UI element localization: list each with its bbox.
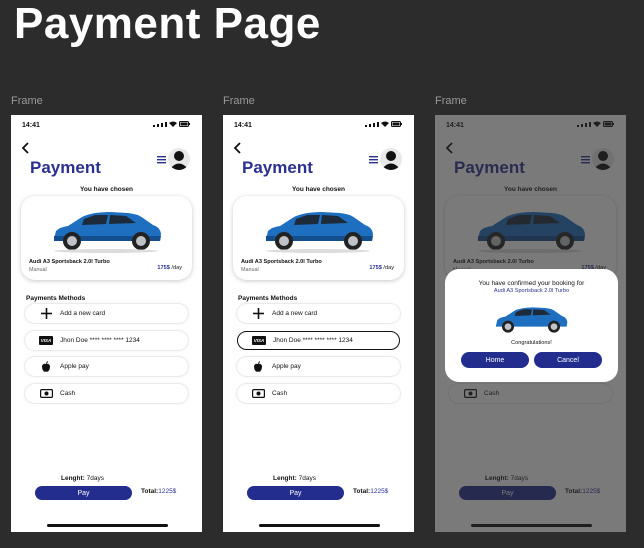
car-price-value: 175$	[369, 265, 382, 271]
cash-label: Cash	[60, 390, 76, 397]
cash-label: Cash	[272, 390, 288, 397]
plus-icon	[39, 308, 53, 320]
car-price-unit: /day	[383, 265, 394, 271]
length-label: Lenght:	[273, 475, 297, 482]
payment-methods-title: Payments Methods	[26, 295, 86, 302]
car-transmission: Manual	[29, 267, 47, 273]
menu-icon[interactable]	[369, 155, 378, 164]
screen-title: Payment	[30, 158, 101, 177]
pay-button[interactable]: Pay	[35, 486, 132, 500]
avatar[interactable]	[168, 148, 190, 170]
home-button[interactable]: Home	[461, 352, 529, 368]
apple-icon	[251, 361, 265, 373]
apple-pay-label: Apple pay	[60, 363, 89, 370]
dialog-car-name: Audi A3 Sportsback 2.0l Turbo	[493, 288, 570, 294]
plus-icon	[251, 308, 265, 320]
visa-card-label: Jhon Doe **** **** **** 1234	[60, 337, 140, 344]
payment-methods-title: Payments Methods	[238, 295, 298, 302]
visa-icon: VISA	[39, 335, 53, 347]
car-transmission: Manual	[241, 267, 259, 273]
length-value: 7days	[298, 475, 316, 482]
add-card-option[interactable]: Add a new card	[237, 304, 400, 323]
car-price: 175$ /day	[157, 265, 182, 271]
length-value: 7days	[86, 475, 104, 482]
home-indicator	[259, 524, 380, 527]
home-indicator	[47, 524, 168, 527]
total-label: Total:	[141, 488, 159, 495]
car-card[interactable]: Audi A3 Sportsback 2.0l Turbo Manual 175…	[21, 196, 192, 280]
cash-icon	[39, 388, 53, 400]
total-label: Total:	[353, 488, 371, 495]
visa-text: VISA	[39, 336, 53, 345]
car-name: Audi A3 Sportsback 2.0l Turbo	[29, 259, 110, 265]
frame-payment-confirmed: 14:41 Payment You have chosen Audi A3 Sp…	[435, 115, 626, 532]
length-label: Lenght:	[61, 475, 85, 482]
back-arrow-icon[interactable]	[233, 141, 243, 155]
frame-payment-default: 14:41 Payment You have chosen Audi A3 Sp…	[11, 115, 202, 532]
apple-pay-option[interactable]: Apple pay	[25, 357, 188, 376]
frame-label-3: Frame	[435, 95, 467, 107]
cancel-button[interactable]: Cancel	[534, 352, 602, 368]
pay-button[interactable]: Pay	[247, 486, 344, 500]
cash-option[interactable]: Cash	[25, 384, 188, 403]
visa-text: VISA	[252, 336, 266, 345]
confirmation-dialog: You have confirmed your booking for Audi…	[445, 269, 618, 382]
menu-icon[interactable]	[157, 155, 166, 164]
signal-wifi-battery-icon	[365, 121, 402, 127]
add-card-option[interactable]: Add a new card	[25, 304, 188, 323]
dialog-car-image	[496, 307, 568, 333]
apple-pay-option[interactable]: Apple pay	[237, 357, 400, 376]
chosen-label: You have chosen	[292, 186, 345, 193]
car-image	[54, 212, 161, 253]
frame-payment-card-selected: 14:41 Payment You have chosen Audi A3 Sp…	[223, 115, 414, 532]
dialog-message: You have confirmed your booking for	[478, 280, 585, 287]
screen-title: Payment	[242, 158, 313, 177]
frame-label-2: Frame	[223, 95, 255, 107]
car-price: 175$ /day	[369, 265, 394, 271]
chosen-label: You have chosen	[80, 186, 133, 193]
total: Total:1225$	[141, 488, 176, 495]
car-price-value: 175$	[157, 265, 170, 271]
total: Total:1225$	[353, 488, 388, 495]
status-bar: 14:41	[223, 115, 414, 135]
apple-icon	[39, 361, 53, 373]
cash-icon	[251, 388, 265, 400]
status-time: 14:41	[234, 122, 252, 129]
page-title: Payment Page	[14, 0, 321, 48]
avatar[interactable]	[380, 148, 402, 170]
cash-option[interactable]: Cash	[237, 384, 400, 403]
visa-card-option[interactable]: VISA Jhon Doe **** **** **** 1234	[25, 331, 188, 350]
add-card-label: Add a new card	[272, 310, 318, 317]
apple-pay-label: Apple pay	[272, 363, 301, 370]
total-value: 1225$	[158, 488, 177, 495]
add-card-label: Add a new card	[60, 310, 106, 317]
car-image	[266, 212, 373, 253]
rental-length: Lenght: 7days	[61, 475, 104, 482]
dialog-congrats: Congratulations!	[511, 340, 552, 346]
car-card[interactable]: Audi A3 Sportsback 2.0l Turbo Manual 175…	[233, 196, 404, 280]
status-time: 14:41	[22, 122, 40, 129]
visa-icon: VISA	[252, 335, 266, 347]
frame-label-1: Frame	[11, 95, 43, 107]
signal-wifi-battery-icon	[153, 121, 190, 127]
visa-card-label: Jhon Doe **** **** **** 1234	[273, 337, 353, 344]
car-name: Audi A3 Sportsback 2.0l Turbo	[241, 259, 322, 265]
car-price-unit: /day	[171, 265, 182, 271]
visa-card-option[interactable]: VISA Jhon Doe **** **** **** 1234	[237, 331, 400, 350]
total-value: 1225$	[370, 488, 389, 495]
status-bar: 14:41	[11, 115, 202, 135]
rental-length: Lenght: 7days	[273, 475, 316, 482]
back-arrow-icon[interactable]	[21, 141, 31, 155]
